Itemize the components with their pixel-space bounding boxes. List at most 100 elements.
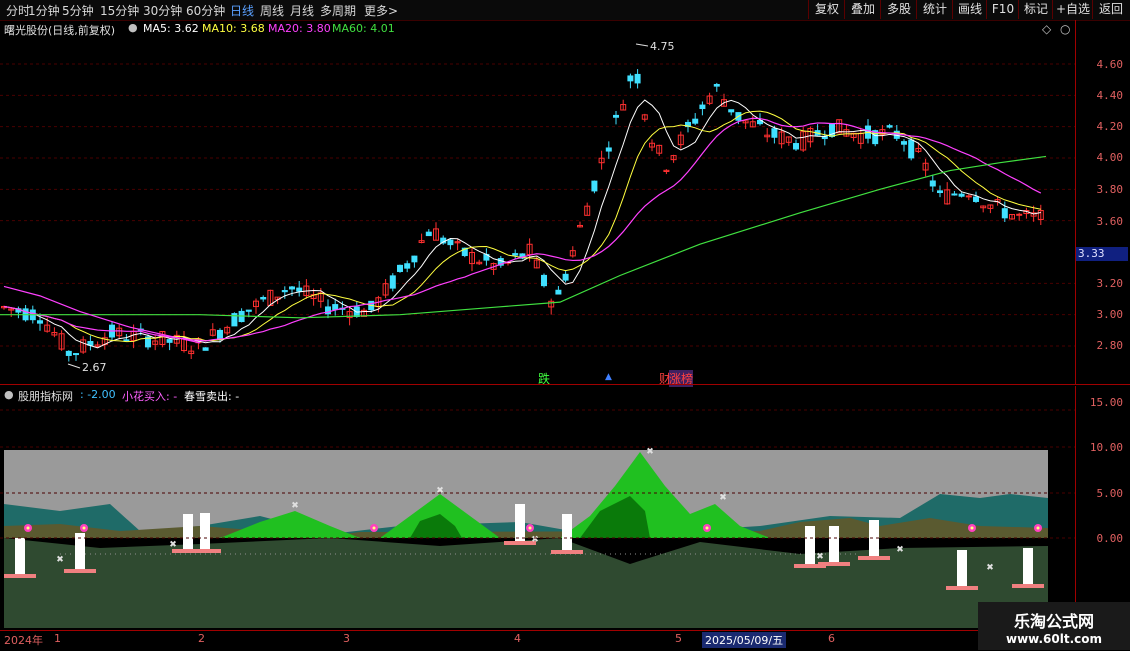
signal-bar-base <box>189 549 221 553</box>
candle-body <box>901 141 907 145</box>
y-tick: 10.00 <box>1089 441 1123 454</box>
indicator-value: : -2.00 <box>80 388 116 401</box>
mark-button[interactable]: 标记 <box>1018 0 1053 19</box>
candle-body <box>591 180 598 192</box>
y-tick: 15.00 <box>1089 396 1123 409</box>
candle-body <box>1001 208 1008 219</box>
candle-body <box>289 286 295 290</box>
candlestick-chart[interactable] <box>0 20 1075 384</box>
cursor-date: 2025/05/09/五 <box>702 632 787 648</box>
candle-body <box>562 273 569 281</box>
indicator-panel[interactable]: ✖ ✖ ✖ ✖ ✖ ✖ ✖ ✖ ✖ ✖ ● 股朋指标网 : -2.00 小花买入: - 春雪卖出:… <box>0 386 1075 630</box>
ma10-line <box>3 110 1041 343</box>
signal-bar <box>183 514 193 549</box>
candle-body <box>411 255 418 263</box>
candle-body <box>793 143 799 150</box>
candle-body <box>296 287 303 292</box>
tab-intraday[interactable]: 分时 <box>6 2 30 19</box>
candle-body <box>404 263 411 269</box>
candle-body <box>281 290 288 293</box>
tab-more[interactable]: 更多> <box>364 2 398 19</box>
high-price-label: 4.75 <box>650 40 675 53</box>
signal-bar-base <box>818 562 850 566</box>
month-label: 1 <box>54 632 61 645</box>
snow-sell-icon: ✖ <box>56 555 64 565</box>
tab-monthly[interactable]: 月线 <box>290 2 314 19</box>
y-tick: 3.80 <box>1096 183 1124 196</box>
add-watchlist-button[interactable]: +自选 <box>1052 0 1093 19</box>
y-tick: 4.20 <box>1096 120 1124 133</box>
candle-body <box>699 104 706 110</box>
diamond-icon[interactable]: ◇ <box>1042 22 1051 36</box>
panel-divider <box>0 384 1130 385</box>
settings-circle-icon[interactable]: ● <box>4 388 14 401</box>
candle-body <box>425 231 432 237</box>
candle-body <box>929 180 936 187</box>
y-tick: 0.00 <box>1096 532 1124 545</box>
ma20-legend: MA20: 3.80 <box>268 22 331 35</box>
draw-line-button[interactable]: 画线 <box>952 0 987 19</box>
tab-15min[interactable]: 15分钟 <box>100 2 139 19</box>
tab-5min[interactable]: 5分钟 <box>62 2 94 19</box>
date-axis: 2024年 1 2 3 4 5 2025/05/09/五 6 <box>0 630 1130 651</box>
signal-bar-base <box>858 556 890 560</box>
snow-sell-icon: ✖ <box>291 501 299 511</box>
candle-body <box>260 297 267 300</box>
overlay-button[interactable]: 叠加 <box>844 0 881 19</box>
candle-body <box>37 320 43 324</box>
period-toolbar: 分时 1分钟 5分钟 15分钟 30分钟 60分钟 日线 周线 月线 多周期 更… <box>0 0 1130 21</box>
tab-weekly[interactable]: 周线 <box>260 2 284 19</box>
month-label: 4 <box>514 632 521 645</box>
ma10-legend: MA10: 3.68 <box>202 22 265 35</box>
ma5-legend: MA5: 3.62 <box>143 22 199 35</box>
candle-body <box>634 73 641 84</box>
price-chart-panel[interactable]: 曙光股份(日线,前复权) ● MA5: 3.62 MA10: 3.68 MA20… <box>0 20 1075 387</box>
candle-body <box>73 353 79 356</box>
signal-bar <box>200 513 210 549</box>
tab-60min[interactable]: 60分钟 <box>186 2 225 19</box>
candle-body <box>202 347 209 351</box>
flower-center-icon <box>705 526 709 530</box>
tab-multi-period[interactable]: 多周期 <box>320 2 356 19</box>
watermark-url: www.60lt.com <box>1005 632 1103 646</box>
candle-body <box>166 339 173 343</box>
statistics-button[interactable]: 统计 <box>916 0 953 19</box>
snow-sell-icon: ✖ <box>719 493 727 503</box>
settings-circle-icon[interactable]: ● <box>128 21 138 34</box>
flower-center-icon <box>82 526 86 530</box>
signal-bar <box>562 514 572 550</box>
candle-body <box>613 114 619 118</box>
signal-bar-base <box>946 586 978 590</box>
tab-daily[interactable]: 日线 <box>230 2 254 19</box>
sell-signal-label: 春雪卖出: - <box>184 390 240 403</box>
candle-body <box>886 125 893 128</box>
price-y-axis: 4.60 4.40 4.20 4.00 3.80 3.60 3.20 3.00 … <box>1075 20 1130 384</box>
circle-icon[interactable]: ○ <box>1060 22 1070 36</box>
tab-30min[interactable]: 30分钟 <box>143 2 182 19</box>
candle-body <box>541 274 547 287</box>
candle-body <box>123 339 130 342</box>
indicator-chart[interactable]: ✖ ✖ ✖ ✖ ✖ ✖ ✖ ✖ ✖ ✖ <box>0 386 1075 630</box>
month-label: 3 <box>343 632 350 645</box>
high-pointer <box>635 43 649 47</box>
tab-1min[interactable]: 1分钟 <box>28 2 60 19</box>
up-triangle-icon: ▲ <box>605 372 612 382</box>
candle-body <box>389 275 396 289</box>
f10-button[interactable]: F10 <box>986 0 1019 19</box>
ma20-line <box>3 117 1042 342</box>
indicator-name: 股朋指标网 <box>18 390 73 403</box>
candle-body <box>771 128 778 138</box>
y-tick: 5.00 <box>1096 487 1124 500</box>
signal-bar-base <box>64 569 96 573</box>
restore-rights-button[interactable]: 复权 <box>808 0 845 19</box>
candle-body <box>65 350 72 356</box>
multi-stock-button[interactable]: 多股 <box>880 0 917 19</box>
candle-body <box>965 195 972 198</box>
y-tick: 4.40 <box>1096 89 1124 102</box>
candle-body <box>728 109 735 113</box>
signal-bar-base <box>4 574 36 578</box>
back-button[interactable]: 返回 <box>1092 0 1129 19</box>
signal-bar <box>1023 548 1033 584</box>
candle-body <box>692 118 699 124</box>
candle-body <box>908 139 915 159</box>
